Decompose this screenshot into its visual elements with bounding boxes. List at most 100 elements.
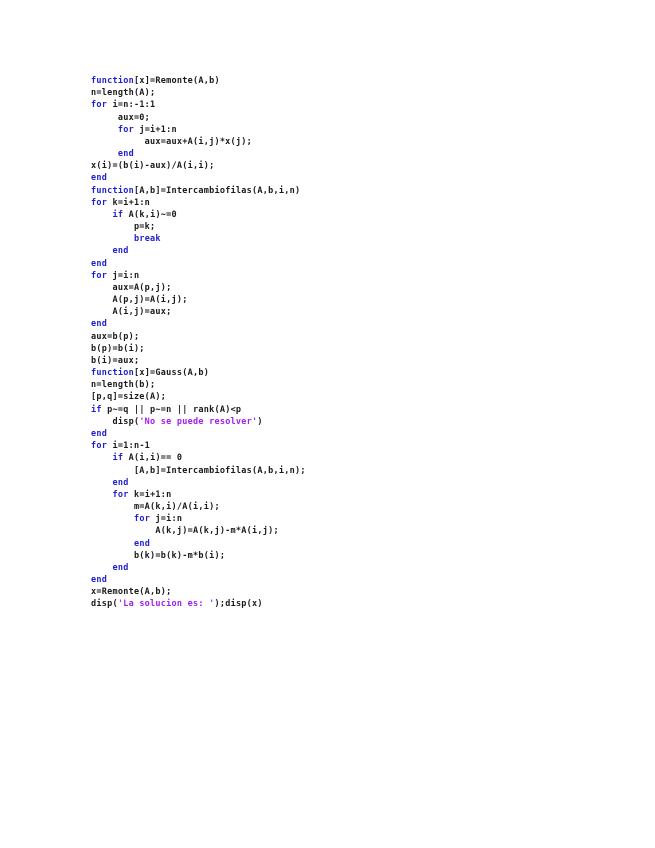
code-token: b(i)=aux; [91,355,140,366]
code-line: aux=0; [91,112,306,124]
code-line: for i=n:-1:1 [91,99,306,111]
keyword-token: if [91,404,102,415]
code-line: for j=i+1:n [91,124,306,136]
code-token: b(p)=b(i); [91,343,145,354]
keyword-token: end [117,149,134,160]
keyword-token: for [91,441,108,452]
keyword-token: for [117,124,134,135]
code-line: A(k,j)=A(k,j)-m*A(i,j); [91,525,306,537]
keyword-token: function [91,76,134,86]
code-line: for k=i+1:n [91,197,306,209]
code-token: aux=A(p,j); [91,282,172,293]
code-token: [A,b]=Intercambiofilas(A,b,i,n); [91,465,306,476]
string-token: 'La solucion es: ' [117,599,215,610]
code-token: [p,q]=size(A); [91,392,167,403]
code-token: j=i:n [107,270,140,281]
keyword-token: end [91,258,108,269]
code-token: i=n:-1:1 [107,100,156,111]
code-line: end [91,258,306,270]
keyword-token: end [91,428,108,439]
code-line: [A,b]=Intercambiofilas(A,b,i,n); [91,465,306,477]
code-line: end [91,148,306,160]
keyword-token: if [112,209,124,220]
code-token: );disp(x) [214,599,263,610]
keyword-token: end [112,246,129,257]
code-token: p~=q || p~=n || rank(A)<p [101,404,242,415]
code-line: b(i)=aux; [91,355,306,367]
code-token: i=1:n-1 [107,441,151,452]
code-line: b(p)=b(i); [91,343,306,355]
keyword-token: for [112,489,129,500]
keyword-token: for [133,514,151,525]
code-token: A(p,j)=A(i,j); [91,295,188,306]
code-line: end [91,172,306,184]
code-line: if A(i,i)== 0 [91,452,306,464]
keyword-token: for [91,100,108,111]
code-token: k=i+1:n [128,489,172,500]
code-token: j=i+1:n [133,124,177,135]
code-line: aux=aux+A(i,j)*x(j); [91,136,306,148]
code-token: k=i+1:n [107,197,151,208]
code-token: A(k,i)~=0 [123,209,177,220]
code-token: m=A(k,i)/A(i,i); [91,502,220,513]
code-token: x(i)=(b(i)-aux)/A(i,i); [91,161,215,172]
code-line: aux=b(p); [91,331,306,343]
keyword-token: for [91,197,108,208]
code-token: disp( [91,416,140,427]
code-listing: function[x]=Remonte(A,b) n=length(A); for … [91,75,306,611]
code-token: [x]=Gauss(A,b) [133,368,210,379]
keyword-token: end [112,477,129,488]
code-line: end [91,538,306,550]
keyword-token: break [133,234,161,245]
code-token: A(i,j)=aux; [91,307,172,318]
code-token: disp( [91,599,118,610]
keyword-token: end [91,319,108,330]
code-line: if A(k,i)~=0 [91,209,306,221]
code-token: n=length(b); [91,380,156,391]
code-token: A(k,j)=A(k,j)-m*A(i,j); [91,526,279,537]
keyword-token: for [91,270,108,281]
keyword-token: function [91,368,134,379]
code-token: A(i,i)== 0 [123,453,183,464]
code-line: end [91,562,306,574]
keyword-token: end [91,575,108,586]
code-line: n=length(A); [91,87,306,99]
code-token: n=length(A); [91,88,156,99]
code-line: if p~=q || p~=n || rank(A)<p [91,404,306,416]
code-line: function[x]=Remonte(A,b) [91,75,306,87]
code-line: n=length(b); [91,379,306,391]
code-line: disp('La solucion es: ');disp(x) [91,598,306,610]
code-line: end [91,245,306,257]
code-line: b(k)=b(k)-m*b(i); [91,550,306,562]
code-token: aux=b(p); [91,331,140,342]
keyword-token: end [112,562,129,573]
code-line: m=A(k,i)/A(i,i); [91,501,306,513]
keyword-token: function [91,185,134,196]
code-token: p=k; [91,222,156,233]
code-line: for j=i:n [91,270,306,282]
code-line: end [91,318,306,330]
code-line: for k=i+1:n [91,489,306,501]
code-line: end [91,477,306,489]
code-line: for j=i:n [91,513,306,525]
code-token: [A,b]=Intercambiofilas(A,b,i,n) [133,185,301,196]
code-line: end [91,428,306,440]
code-token: x=Remonte(A,b); [91,587,172,598]
code-token: b(k)=b(k)-m*b(i); [91,550,226,561]
code-line: function[A,b]=Intercambiofilas(A,b,i,n) [91,185,306,197]
code-line: aux=A(p,j); [91,282,306,294]
string-token: 'No se puede resolver' [139,416,258,427]
code-line: [p,q]=size(A); [91,391,306,403]
keyword-token: end [133,538,151,549]
code-line: p=k; [91,221,306,233]
